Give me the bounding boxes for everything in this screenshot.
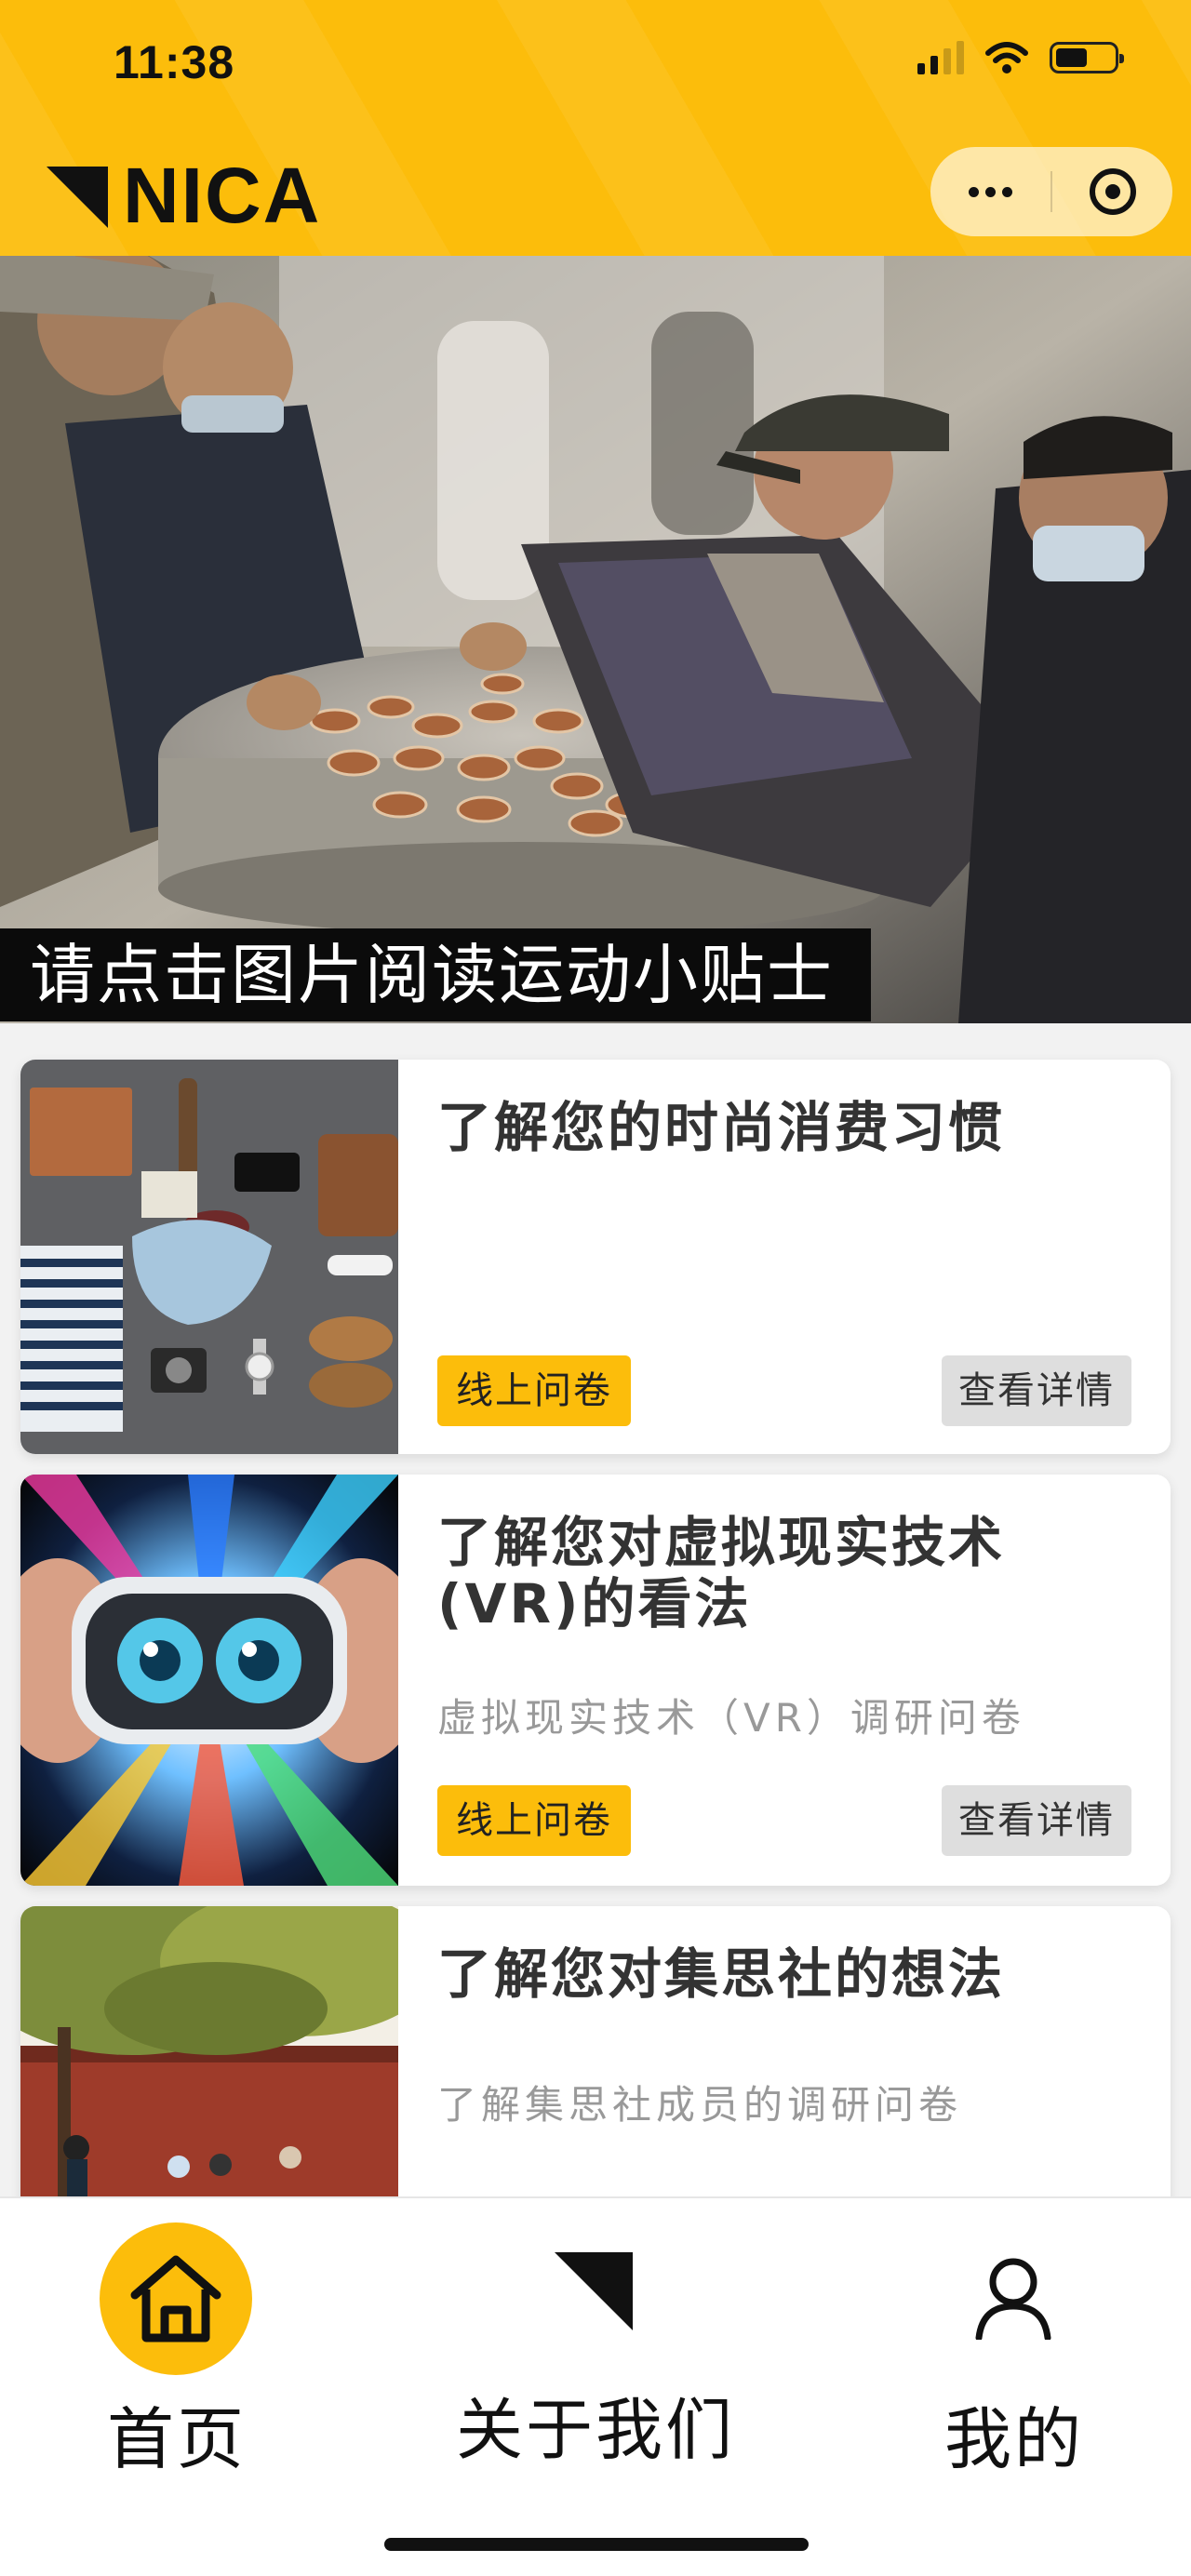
tab-mine[interactable]: 我的 — [921, 2198, 1107, 2478]
tab-about-label: 关于我们 — [455, 2391, 735, 2469]
more-button[interactable] — [930, 147, 1050, 236]
view-details-button[interactable]: 查看详情 — [942, 1785, 1131, 1856]
user-icon — [975, 2258, 1051, 2340]
close-miniprogram-button[interactable] — [1052, 147, 1172, 236]
signal-icon — [917, 41, 964, 74]
banner-image[interactable]: 请点击图片阅读运动小贴士 — [0, 256, 1191, 1023]
status-time: 11:38 — [114, 36, 235, 88]
survey-card-fashion[interactable]: 了解您的时尚消费习惯 线上问卷 查看详情 — [20, 1060, 1171, 1454]
survey-type-tag: 线上问卷 — [437, 1785, 631, 1856]
survey-image-vr — [20, 1475, 398, 1886]
tab-about[interactable]: 关于我们 — [428, 2198, 763, 2477]
survey-image-fashion — [20, 1060, 398, 1454]
battery-icon — [1050, 42, 1124, 73]
tab-mine-label: 我的 — [943, 2400, 1084, 2478]
survey-subtitle: 了解集思社成员的调研问卷 — [437, 2082, 963, 2128]
view-details-button[interactable]: 查看详情 — [942, 1355, 1131, 1426]
home-indicator — [384, 2538, 809, 2551]
banner-photo — [0, 256, 1191, 1023]
miniprogram-capsule — [930, 147, 1172, 236]
home-icon-bubble — [100, 2222, 252, 2375]
survey-title: 了解您对虚拟现实技术(VR)的看法 — [437, 1511, 1006, 1635]
survey-title: 了解您的时尚消费习惯 — [437, 1096, 1006, 1159]
app-root: 11:38 NICA 请点击图片阅读运动小贴士 了解您的时尚消费习惯 线上问卷 … — [0, 0, 1191, 2576]
survey-card-vr[interactable]: 了解您对虚拟现实技术(VR)的看法 虚拟现实技术（VR）调研问卷 线上问卷 查看… — [20, 1475, 1171, 1886]
target-icon — [1089, 168, 1136, 215]
status-icons — [917, 41, 1124, 74]
brand-name: NICA — [123, 152, 322, 239]
more-dots-icon — [969, 186, 1012, 197]
survey-title: 了解您对集思社的想法 — [437, 1942, 1006, 2006]
bottom-tab-bar: 首页 关于我们 我的 — [0, 2196, 1191, 2576]
survey-subtitle: 虚拟现实技术（VR）调研问卷 — [437, 1695, 1025, 1741]
survey-type-tag: 线上问卷 — [437, 1355, 631, 1426]
tab-home[interactable]: 首页 — [74, 2198, 279, 2478]
wifi-icon — [985, 42, 1028, 73]
brand-triangle-icon — [555, 2252, 633, 2330]
brand-triangle-icon — [47, 167, 108, 228]
brand-logo: NICA — [47, 156, 321, 234]
home-icon — [130, 2255, 221, 2342]
top-header: 11:38 NICA — [0, 0, 1191, 256]
banner-caption: 请点击图片阅读运动小贴士 — [0, 928, 871, 1021]
tab-home-label: 首页 — [106, 2400, 247, 2478]
